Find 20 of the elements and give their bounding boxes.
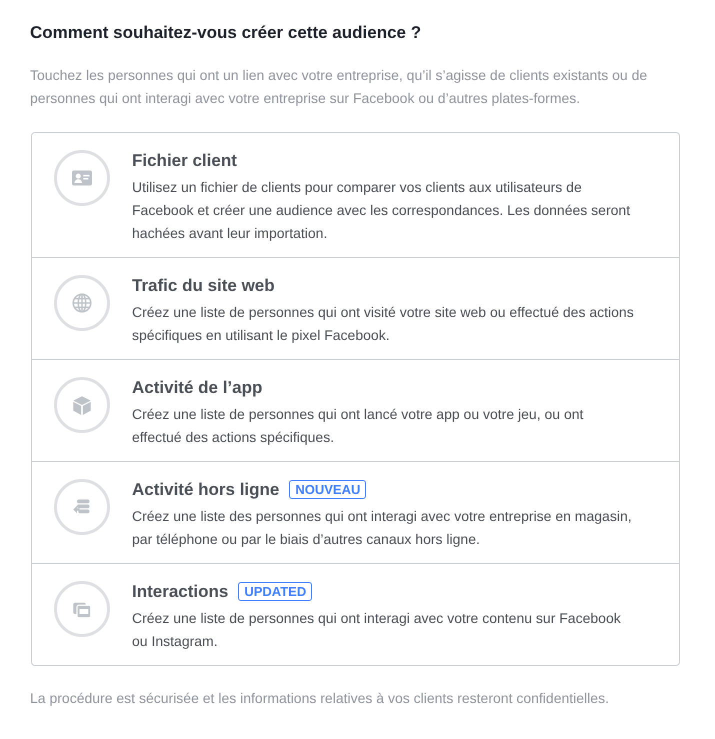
badge: UPDATED xyxy=(238,582,312,601)
heading: Comment souhaitez-vous créer cette audience ? xyxy=(30,22,422,44)
option-row[interactable]: Activité hors ligne NOUVEAU Créez une liste des personnes qui ont interagi avec votre entreprise en magasin, par téléphone ou par le biais d’autres canaux hors ligne. xyxy=(32,460,679,562)
option-title: Fichier client xyxy=(132,150,237,172)
option-description: Créez une liste des personnes qui ont interagi avec votre entreprise en magasin, par téléphone ou par le biais d’autres canaux hors ligne. xyxy=(132,506,633,549)
option-description: Créez une liste de personnes qui ont lancé votre app ou votre jeu, ou ont effectué des actions spécifiques. xyxy=(132,404,584,447)
option-title: Interactions xyxy=(132,580,228,602)
intro-text: Touchez les personnes qui ont un lien avec votre entreprise, qu’il s’agisse de clients existants ou de personnes qui ont interagi avec votre entreprise sur Facebook ou d’autres plates-formes. xyxy=(30,66,648,108)
option-row[interactable]: Trafic du site web Créez une liste de personnes qui ont visité votre site web ou effectué des actions spécifiques en utilisant le pixel Facebook. xyxy=(32,256,679,358)
badge: NOUVEAU xyxy=(289,480,366,499)
option-title: Activité hors ligne xyxy=(132,478,280,500)
option-title: Trafic du site web xyxy=(132,274,275,296)
footer-text: La procédure est sécurisée et les informations relatives à vos clients resteront confidentielles. xyxy=(30,688,610,708)
option-description: Créez une liste de personnes qui ont visité votre site web ou effectué des actions spécifiques en utilisant le pixel Facebook. xyxy=(132,302,634,345)
option-row[interactable]: Interactions UPDATED Créez une liste de personnes qui ont interagi avec votre contenu sur Facebook ou Instagram. xyxy=(32,562,679,664)
option-description: Utilisez un fichier de clients pour comparer vos clients aux utilisateurs de Facebook et créer une audience avec les correspondances. Les données seront hachées avant leur importation. xyxy=(132,178,632,243)
option-description: Créez une liste de personnes qui ont interagi avec votre contenu sur Facebook ou Instagram. xyxy=(132,608,622,651)
option-title: Activité de l’app xyxy=(132,376,262,398)
option-row[interactable]: Fichier client Utilisez un fichier de clients pour comparer vos clients aux utilisateurs de Facebook et créer une audience avec les correspondances. Les données seront hachées avant leur importation. xyxy=(32,132,679,256)
option-row[interactable]: Activité de l’app Créez une liste de personnes qui ont lancé votre app ou votre jeu, ou ont effectué des actions spécifiques. xyxy=(32,358,679,460)
